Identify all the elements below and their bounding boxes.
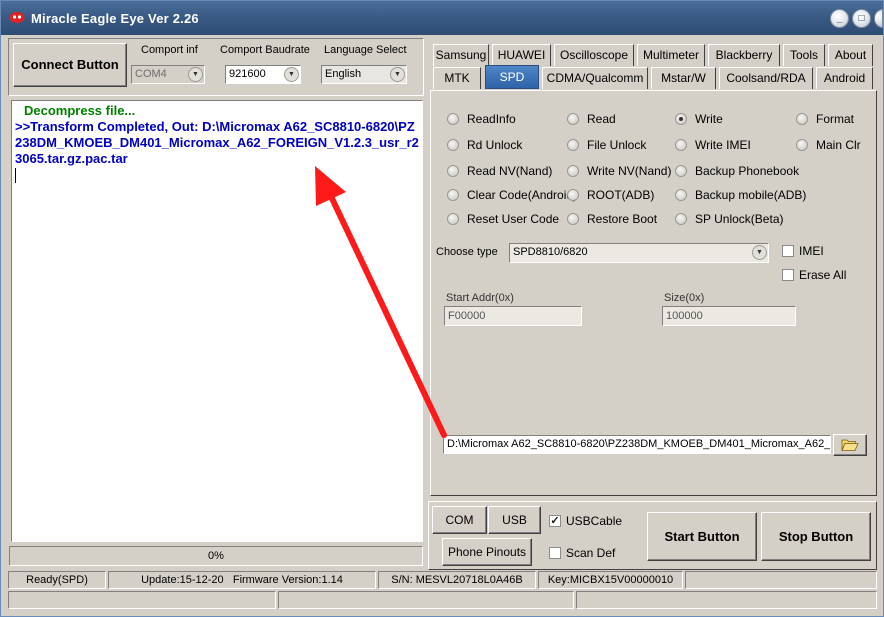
tab-android[interactable]: Android [816, 67, 873, 89]
app-window: Miracle Eagle Eye Ver 2.26 _ □ Connect B… [0, 0, 884, 617]
start-addr-label: Start Addr(0x) [446, 292, 514, 304]
status-serial: S/N: MESVL20718L0A46B [378, 571, 536, 589]
status-key: Key:MICBX15V00000010 [538, 571, 683, 589]
progress-bar: 0% [9, 546, 423, 566]
status-update: Update:15-12-20 Firmware Version:1.14 [108, 571, 376, 589]
title-bar[interactable]: Miracle Eagle Eye Ver 2.26 _ □ [1, 1, 883, 35]
chevron-down-icon[interactable]: ▼ [752, 245, 767, 260]
language-label: Language Select [324, 44, 407, 56]
browse-button[interactable] [833, 434, 867, 456]
choose-type-label: Choose type [436, 246, 498, 258]
log-output[interactable]: Decompress file... >>Transform Completed… [11, 100, 423, 542]
file-path-input[interactable]: D:\Micromax A62_SC8810-6820\PZ238DM_KMOE… [443, 435, 831, 454]
start-addr-input[interactable]: F00000 [444, 306, 582, 326]
text-cursor [15, 168, 16, 183]
tab-mtk[interactable]: MTK [433, 67, 481, 89]
tab-mstar[interactable]: Mstar/W [651, 67, 716, 89]
maximize-button[interactable]: □ [852, 9, 871, 28]
com-scan-button[interactable]: COM Scan [432, 506, 487, 553]
eagle-app-icon [9, 12, 25, 23]
connect-button[interactable]: Connect Button [13, 43, 127, 87]
tab-huawei[interactable]: HUAWEI [492, 44, 551, 66]
usb-scan-button[interactable]: USB Scan [488, 506, 541, 553]
status-row2-c [576, 591, 877, 609]
size-label: Size(0x) [664, 292, 705, 304]
chevron-down-icon[interactable]: ▼ [284, 67, 299, 82]
language-select[interactable]: English ▼ [321, 65, 407, 84]
chevron-down-icon[interactable]: ▼ [188, 67, 203, 82]
window-title: Miracle Eagle Eye Ver 2.26 [31, 11, 199, 26]
minimize-button[interactable]: _ [830, 9, 849, 28]
choose-type-select[interactable]: SPD8810/6820 ▼ [509, 243, 769, 263]
comport-select[interactable]: COM4 ▼ [131, 65, 205, 84]
tab-oscilloscope[interactable]: Oscilloscope [554, 44, 634, 66]
tab-blackberry[interactable]: Blackberry [708, 44, 780, 66]
baudrate-select[interactable]: 921600 ▼ [225, 65, 301, 84]
baudrate-label: Comport Baudrate [220, 44, 310, 56]
progress-text: 0% [208, 550, 224, 562]
status-row2-a [8, 591, 276, 609]
phone-pinouts-button[interactable]: Phone Pinouts [442, 538, 532, 566]
status-row2-b [278, 591, 574, 609]
tab-cdma-qualcomm[interactable]: CDMA/Qualcomm [542, 67, 648, 89]
tab-coolsand-rda[interactable]: Coolsand/RDA [719, 67, 813, 89]
status-empty [685, 571, 877, 589]
stop-button[interactable]: Stop Button [761, 512, 871, 561]
close-button[interactable] [874, 9, 883, 28]
tab-about[interactable]: About [828, 44, 873, 66]
checkmark-icon: ✓ [549, 515, 561, 527]
chevron-down-icon[interactable]: ▼ [390, 67, 405, 82]
tab-spd[interactable]: SPD [485, 65, 539, 89]
start-button[interactable]: Start Button [647, 512, 757, 561]
folder-open-icon [841, 439, 859, 451]
tab-multimeter[interactable]: Multimeter [637, 44, 705, 66]
log-line: Decompress file... [24, 103, 136, 118]
size-input[interactable]: 100000 [662, 306, 796, 326]
log-line: >>Transform Completed, Out: D:\Micromax … [15, 119, 419, 166]
tab-tools[interactable]: Tools [783, 44, 825, 66]
comport-label: Comport inf [141, 44, 198, 56]
tab-samsung[interactable]: Samsung [433, 44, 489, 66]
status-state: Ready(SPD) [8, 571, 106, 589]
